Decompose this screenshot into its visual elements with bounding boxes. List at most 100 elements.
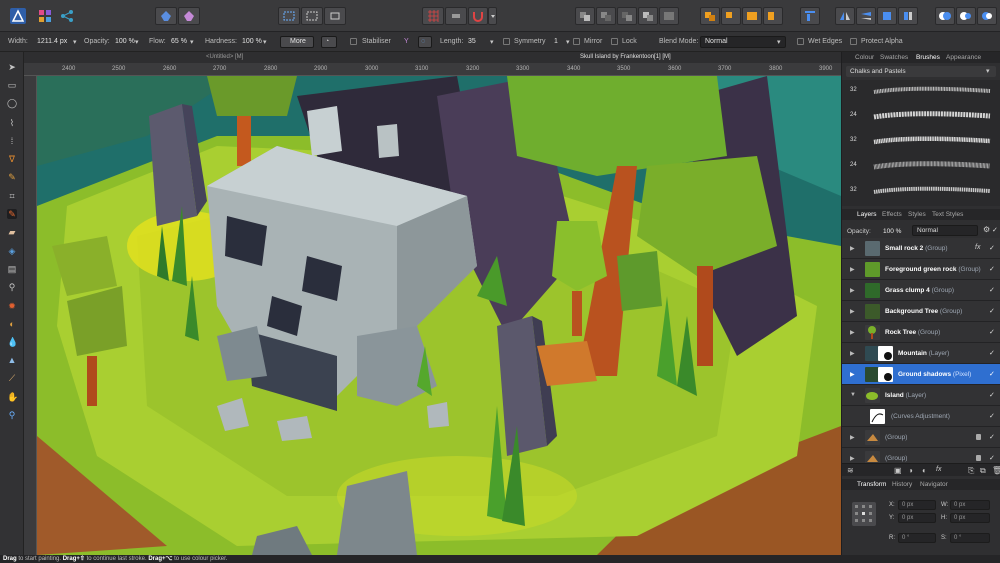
document-canvas[interactable] [37, 76, 841, 555]
tab-effects[interactable]: Effects [882, 211, 902, 218]
symmetry-dropdown-icon[interactable]: ▾ [566, 38, 570, 46]
visibility-check[interactable]: ✓ [989, 349, 995, 357]
layer-blend-select[interactable]: Normal [912, 225, 978, 236]
assistant-button[interactable] [155, 7, 177, 25]
wet-edges-checkbox[interactable] [797, 38, 804, 45]
burn-icon[interactable]: ✹ [7, 301, 17, 311]
brush-item[interactable]: 32 [842, 134, 1000, 151]
tab-appearance[interactable]: Appearance [946, 54, 981, 61]
brush-category-select[interactable]: Chalks and Pastels ▾ [846, 66, 996, 77]
opacity-value[interactable]: 100 % [115, 38, 135, 45]
layer-row[interactable]: ▶ Foreground green rock (Group) ✓ [842, 259, 1000, 280]
arrange-front-button[interactable] [638, 7, 658, 25]
length-dropdown-icon[interactable]: ▾ [490, 38, 494, 46]
collapse-triangle-icon[interactable]: ▼ [850, 392, 856, 398]
adjustment-icon[interactable]: ◑ [908, 466, 913, 475]
align-right-button[interactable] [742, 7, 762, 25]
flip-vertical-button[interactable] [856, 7, 876, 25]
tab-swatches[interactable]: Swatches [880, 54, 908, 61]
duplicate-icon[interactable]: ⧉ [980, 466, 986, 476]
clone-icon[interactable]: ⚲ [7, 282, 17, 292]
more-button-label[interactable]: More [290, 38, 306, 45]
mask-icon[interactable]: ▣ [894, 466, 902, 475]
expand-triangle-icon[interactable]: ▶ [850, 308, 855, 315]
column-select-icon[interactable]: ⁞ [7, 136, 17, 146]
add-layer-icon[interactable]: ⎘ [968, 466, 974, 476]
width-value[interactable]: 1211.4 px [37, 38, 67, 45]
layer-settings-icon[interactable]: ⚙ [983, 225, 990, 234]
delete-layer-icon[interactable]: 🗑 [992, 466, 1000, 475]
marquee-tool-button[interactable] [301, 7, 323, 25]
rotate-right-button[interactable] [898, 7, 918, 25]
width-dropdown-icon[interactable]: ▾ [73, 38, 77, 46]
lock-checkbox[interactable] [611, 38, 618, 45]
app-logo-icon[interactable] [10, 8, 26, 24]
blur-icon[interactable]: 💧 [7, 337, 18, 347]
w-field[interactable]: 0 px [950, 500, 990, 510]
hand-icon[interactable]: ✋ [7, 392, 18, 402]
length-value[interactable]: 35 [468, 38, 476, 45]
live-filter-icon[interactable]: ◐ [922, 466, 927, 475]
rope-mode-icon[interactable]: Y [404, 38, 409, 45]
tab-colour[interactable]: Colour [855, 54, 874, 61]
visibility-check[interactable]: ✓ [989, 433, 995, 441]
symmetry-value[interactable]: 1 [554, 38, 558, 45]
paint-brush-icon[interactable]: ✎ [7, 209, 17, 219]
flow-value[interactable]: 65 % [171, 38, 187, 45]
layer-row[interactable]: ▶ Small rock 2 (Group) fx ✓ [842, 238, 1000, 259]
flip-horizontal-button[interactable] [835, 7, 855, 25]
expand-triangle-icon[interactable]: ▶ [850, 455, 855, 462]
tab-history[interactable]: History [892, 481, 912, 488]
layer-row[interactable]: ▶ (Group) ✓ [842, 427, 1000, 448]
visibility-check[interactable]: ✓ [989, 370, 995, 378]
tab-transform[interactable]: Transform [857, 481, 886, 488]
snapping-dropdown[interactable] [488, 7, 497, 25]
stabiliser-checkbox[interactable] [350, 38, 357, 45]
visibility-check[interactable]: ✓ [989, 412, 995, 420]
document-title-tab[interactable]: Skull Island by Frankentoon[1] [M] [580, 54, 671, 60]
brush-mode-button[interactable] [178, 7, 200, 25]
visibility-check[interactable]: ✓ [989, 454, 995, 462]
fx-panel-icon[interactable]: fx [936, 466, 941, 473]
layer-row[interactable]: ▶ Background Tree (Group) ✓ [842, 301, 1000, 322]
expand-triangle-icon[interactable]: ▶ [850, 329, 855, 336]
layer-row[interactable]: ▶ Mountain (Layer) ✓ [842, 343, 1000, 364]
align-top-button[interactable] [800, 7, 820, 25]
fx-icon[interactable]: fx [975, 244, 980, 251]
freehand-select-icon[interactable]: ⌇ [7, 118, 17, 128]
rectangle-select-icon[interactable]: ▭ [7, 80, 17, 90]
brush-item[interactable]: 24 [842, 159, 1000, 176]
selection-tool-button[interactable] [278, 7, 300, 25]
layer-row[interactable]: ▼ Island (Layer) ✓ [842, 385, 1000, 406]
visibility-check[interactable]: ✓ [989, 244, 995, 252]
magnet-snapping-button[interactable] [468, 7, 488, 25]
untitled-tab[interactable]: <Untitled> [M] [206, 54, 243, 60]
brush-item[interactable]: 24 [842, 109, 1000, 126]
tab-navigator[interactable]: Navigator [920, 481, 948, 488]
layer-row[interactable]: (Curves Adjustment) ✓ [842, 406, 1000, 427]
expand-triangle-icon[interactable]: ▶ [850, 287, 855, 294]
visibility-check[interactable]: ✓ [989, 265, 995, 273]
eraser-icon[interactable]: ▰ [7, 227, 17, 237]
expand-triangle-icon[interactable]: ▶ [850, 266, 855, 273]
mirror-checkbox[interactable] [573, 38, 580, 45]
color-picker-icon[interactable]: ⟋ [7, 373, 17, 383]
layer-row[interactable]: ▶ Rock Tree (Group) ✓ [842, 322, 1000, 343]
layer-row[interactable]: ▶ Grass clump 4 (Group) ✓ [842, 280, 1000, 301]
h-field[interactable]: 0 px [950, 513, 990, 523]
zoom-icon[interactable]: ⚲ [7, 410, 17, 420]
layer-opacity-value[interactable]: 100 % [883, 228, 901, 235]
visibility-check[interactable]: ✓ [989, 307, 995, 315]
grid-snap-button[interactable] [422, 7, 444, 25]
boolean-intersect-button[interactable] [977, 7, 997, 25]
align-distribute-button[interactable] [763, 7, 783, 25]
expand-triangle-icon[interactable]: ▶ [850, 434, 855, 441]
arrange-backward-button[interactable] [596, 7, 616, 25]
align-center-button[interactable] [721, 7, 741, 25]
tab-brushes[interactable]: Brushes [916, 54, 940, 61]
boolean-add-button[interactable] [935, 7, 955, 25]
rotate-left-button[interactable] [877, 7, 897, 25]
boolean-subtract-button[interactable] [956, 7, 976, 25]
shear-field[interactable]: 0 ° [950, 533, 990, 543]
dodge-icon[interactable]: ◐ [7, 319, 17, 329]
